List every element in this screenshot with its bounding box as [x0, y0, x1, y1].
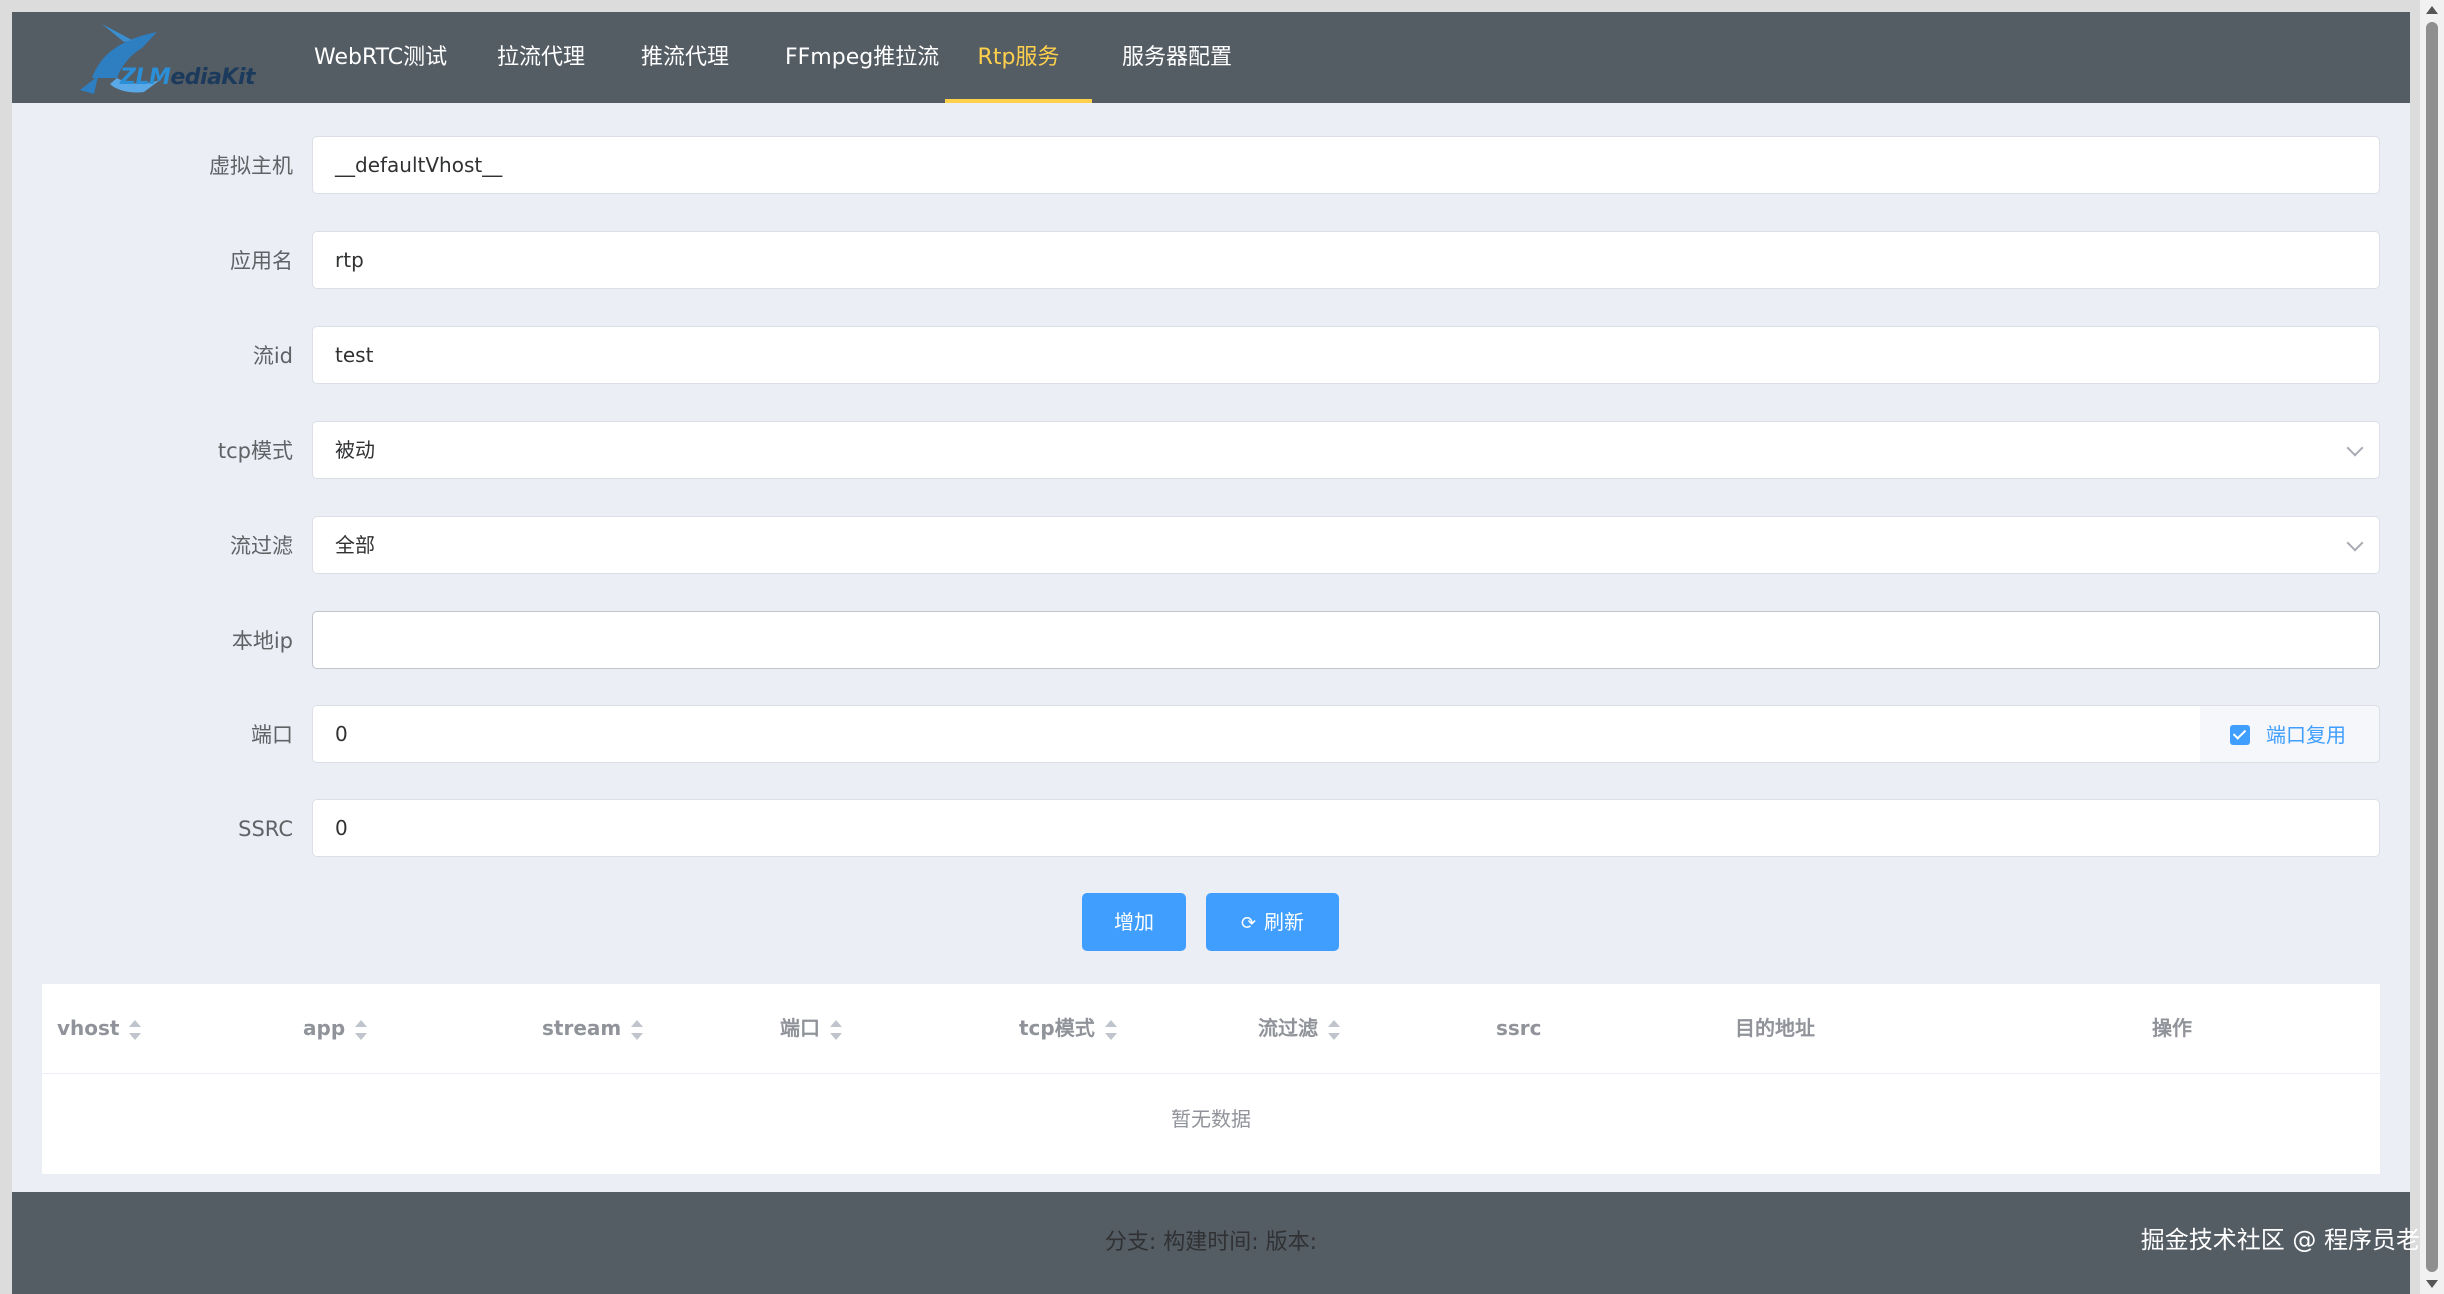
filter-row: 流过滤 全部: [12, 516, 2410, 576]
refresh-button[interactable]: ⟳ 刷新: [1206, 893, 1339, 951]
col-port[interactable]: 端口: [780, 984, 842, 1073]
tcp-mode-label: tcp模式: [217, 439, 293, 463]
footer: 分支: 构建时间: 版本:: [12, 1192, 2410, 1294]
port-reuse-label[interactable]: 端口复用: [2266, 706, 2346, 764]
page-scrollbar[interactable]: [2420, 0, 2444, 1294]
sort-icon[interactable]: [1328, 1019, 1340, 1041]
col-filter[interactable]: 流过滤: [1258, 984, 1340, 1073]
ssrc-row: SSRC 0: [12, 799, 2410, 859]
refresh-icon: ⟳: [1240, 913, 1257, 934]
col-destination: 目的地址: [1735, 1016, 1815, 1040]
scroll-up-icon[interactable]: [2426, 6, 2438, 14]
sort-icon[interactable]: [129, 1019, 142, 1041]
scroll-thumb[interactable]: [2426, 22, 2438, 1272]
sort-icon[interactable]: [631, 1019, 644, 1041]
filter-label: 流过滤: [230, 534, 293, 558]
table-header: vhost app stream 端口 tcp模式 流过滤 ssrc 目的地址 …: [42, 984, 2380, 1074]
vhost-row: 虚拟主机 __defaultVhost__: [12, 136, 2410, 196]
top-navbar: ZLMediaKit WebRTC测试 拉流代理 推流代理 FFmpeg推拉流 …: [12, 12, 2410, 103]
app-input[interactable]: rtp: [312, 231, 2380, 289]
nav-item-server-config[interactable]: 服务器配置: [1092, 12, 1262, 103]
add-button[interactable]: 增加: [1082, 893, 1186, 951]
tcp-mode-select[interactable]: 被动: [312, 421, 2380, 479]
local-ip-label: 本地ip: [231, 629, 293, 653]
chevron-down-icon: [2346, 439, 2364, 457]
col-vhost[interactable]: vhost: [57, 984, 142, 1073]
table-empty-text: 暂无数据: [1171, 1107, 1251, 1131]
app-row: 应用名 rtp: [12, 231, 2410, 291]
col-actions: 操作: [2152, 1016, 2192, 1040]
port-input[interactable]: 0: [312, 705, 2201, 763]
port-reuse-checkbox[interactable]: [2230, 725, 2250, 745]
nav-item-rtp-service[interactable]: Rtp服务: [945, 12, 1092, 103]
ssrc-input[interactable]: 0: [312, 799, 2380, 857]
col-app[interactable]: app: [303, 984, 368, 1073]
filter-select[interactable]: 全部: [312, 516, 2380, 574]
nav-item-pull-proxy[interactable]: 拉流代理: [467, 12, 615, 103]
sort-icon[interactable]: [830, 1019, 842, 1041]
vhost-input[interactable]: __defaultVhost__: [312, 136, 2380, 194]
tcp-mode-row: tcp模式 被动: [12, 421, 2410, 481]
local-ip-input[interactable]: [312, 611, 2380, 669]
build-info-text: 分支: 构建时间: 版本:: [1104, 1230, 1318, 1255]
chevron-down-icon: [2346, 534, 2364, 552]
logo-text: ZLMediaKit: [120, 65, 256, 90]
refresh-label: 刷新: [1264, 910, 1305, 934]
stream-input[interactable]: test: [312, 326, 2380, 384]
col-tcp-mode[interactable]: tcp模式: [1019, 984, 1117, 1073]
stream-row: 流id test: [12, 326, 2410, 386]
sort-icon[interactable]: [355, 1019, 368, 1041]
zlmediakit-logo[interactable]: ZLMediaKit: [72, 20, 256, 100]
watermark-credit: 掘金技术社区 @ 程序员老赵: [2140, 1226, 2444, 1254]
col-ssrc: ssrc: [1496, 1016, 1542, 1040]
stream-label: 流id: [252, 344, 293, 368]
app-label: 应用名: [230, 249, 293, 273]
local-ip-row: 本地ip: [12, 611, 2410, 671]
nav-item-ffmpeg[interactable]: FFmpeg推拉流: [755, 12, 969, 103]
rtp-table: vhost app stream 端口 tcp模式 流过滤 ssrc 目的地址 …: [42, 984, 2380, 1174]
ssrc-label: SSRC: [238, 817, 293, 841]
col-stream[interactable]: stream: [542, 984, 644, 1073]
port-row: 端口 0 端口复用: [12, 705, 2410, 765]
nav-item-push-proxy[interactable]: 推流代理: [611, 12, 759, 103]
port-reuse-checkbox-group[interactable]: 端口复用: [2200, 705, 2380, 763]
tcp-mode-value: 被动: [335, 438, 375, 462]
sort-icon[interactable]: [1104, 1019, 1117, 1041]
nav-item-webrtc[interactable]: WebRTC测试: [284, 12, 477, 103]
port-label: 端口: [251, 723, 293, 747]
filter-value: 全部: [335, 533, 375, 557]
app-window: ZLMediaKit WebRTC测试 拉流代理 推流代理 FFmpeg推拉流 …: [12, 12, 2410, 1294]
scroll-down-icon[interactable]: [2426, 1280, 2438, 1288]
vhost-label: 虚拟主机: [209, 154, 293, 178]
